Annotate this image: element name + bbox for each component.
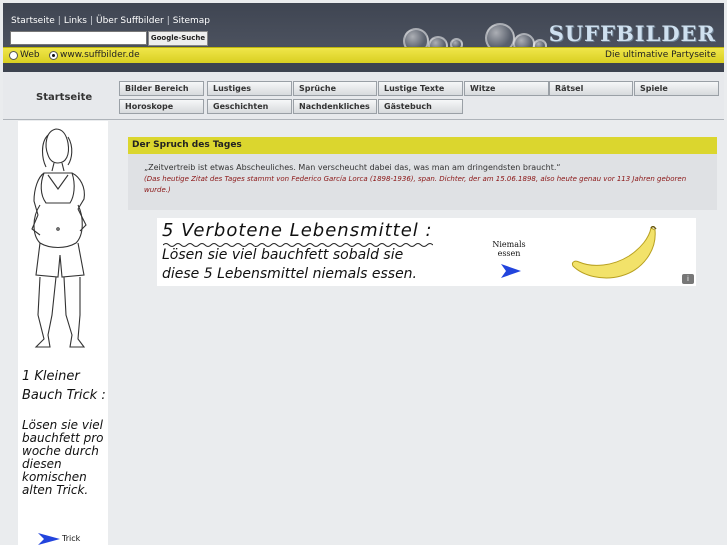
search-scope-bar: Web www.suffbilder.de Die ultimative Par…	[3, 47, 724, 63]
nav-sprueche[interactable]: Sprüche	[293, 81, 377, 96]
sidebar-ad-body: Lösen sie viel bauchfett pro woche durch…	[22, 418, 104, 497]
page: Startseite | Links | Über Suffbilder | Sitemap…	[0, 0, 727, 545]
google-search-button[interactable]: Google-Suche	[148, 31, 208, 46]
site-header: Startseite | Links | Über Suffbilder | Sitemap…	[3, 3, 724, 63]
radio-web[interactable]	[9, 51, 18, 60]
banner-ad-line2: diese 5 Lebensmittel niemals essen.	[162, 266, 418, 282]
nav-lustige-texte[interactable]: Lustige Texte	[378, 81, 463, 96]
radio-site[interactable]	[49, 51, 58, 60]
site-logo[interactable]: SUFFBILDER	[549, 21, 716, 46]
nav-nachdenkliches[interactable]: Nachdenkliches	[293, 99, 377, 114]
link-sitemap[interactable]: Sitemap	[173, 16, 210, 26]
header-divider	[3, 63, 724, 72]
link-links[interactable]: Links	[64, 16, 87, 26]
nav-horoskope[interactable]: Horoskope	[119, 99, 204, 114]
link-startseite[interactable]: Startseite	[11, 16, 55, 26]
arrow-icon	[38, 533, 60, 545]
spruch-info: (Das heutige Zitat des Tages stammt von …	[144, 175, 687, 194]
sidebar-ad-heading: 1 Kleiner Bauch Trick :	[22, 369, 106, 403]
main-content: Der Spruch des Tages „Zeitvertreib ist e…	[120, 121, 724, 545]
tagline: Die ultimative Partyseite	[605, 50, 716, 60]
spruch-quote: „Zeitvertreib ist etwas Abscheuliches. M…	[144, 163, 561, 172]
banner-ad-line1: Lösen sie viel bauchfett sobald sie	[162, 247, 404, 263]
radio-site-label: www.suffbilder.de	[60, 50, 140, 60]
top-links: Startseite | Links | Über Suffbilder | Sitemap	[11, 16, 211, 26]
link-ueber[interactable]: Über Suffbilder	[96, 16, 164, 26]
banner-ad-niemals: Niemals essen	[492, 240, 526, 258]
nav-gaestebuch[interactable]: Gästebuch	[378, 99, 463, 114]
nav-lustiges[interactable]: Lustiges	[207, 81, 292, 96]
arrow-icon	[501, 264, 521, 278]
nav-bilder-bereich[interactable]: Bilder Bereich	[119, 81, 204, 96]
woman-figure-illustration	[31, 128, 87, 348]
nav-geschichten[interactable]: Geschichten	[207, 99, 292, 114]
sidebar-ad-cta[interactable]: Trick	[62, 534, 80, 543]
main-nav: Startseite Bilder Bereich Lustiges Sprüc…	[3, 72, 724, 120]
nav-page-title: Startseite	[36, 92, 93, 103]
ad-info-icon[interactable]: i	[682, 274, 694, 284]
spruch-box: „Zeitvertreib ist etwas Abscheuliches. M…	[128, 154, 717, 210]
sidebar-ad[interactable]: 1 Kleiner Bauch Trick : Lösen sie viel b…	[18, 121, 108, 545]
nav-witze[interactable]: Witze	[464, 81, 549, 96]
search-input[interactable]	[10, 31, 147, 45]
banner-ad-title: 5 Verbotene Lebensmittel :	[162, 220, 433, 241]
banner-ad[interactable]: 5 Verbotene Lebensmittel : Lösen sie vie…	[157, 218, 696, 286]
nav-raetsel[interactable]: Rätsel	[549, 81, 633, 96]
banana-image	[572, 226, 657, 279]
nav-spiele[interactable]: Spiele	[634, 81, 719, 96]
spruch-heading: Der Spruch des Tages	[128, 137, 717, 154]
radio-web-label: Web	[20, 50, 40, 60]
